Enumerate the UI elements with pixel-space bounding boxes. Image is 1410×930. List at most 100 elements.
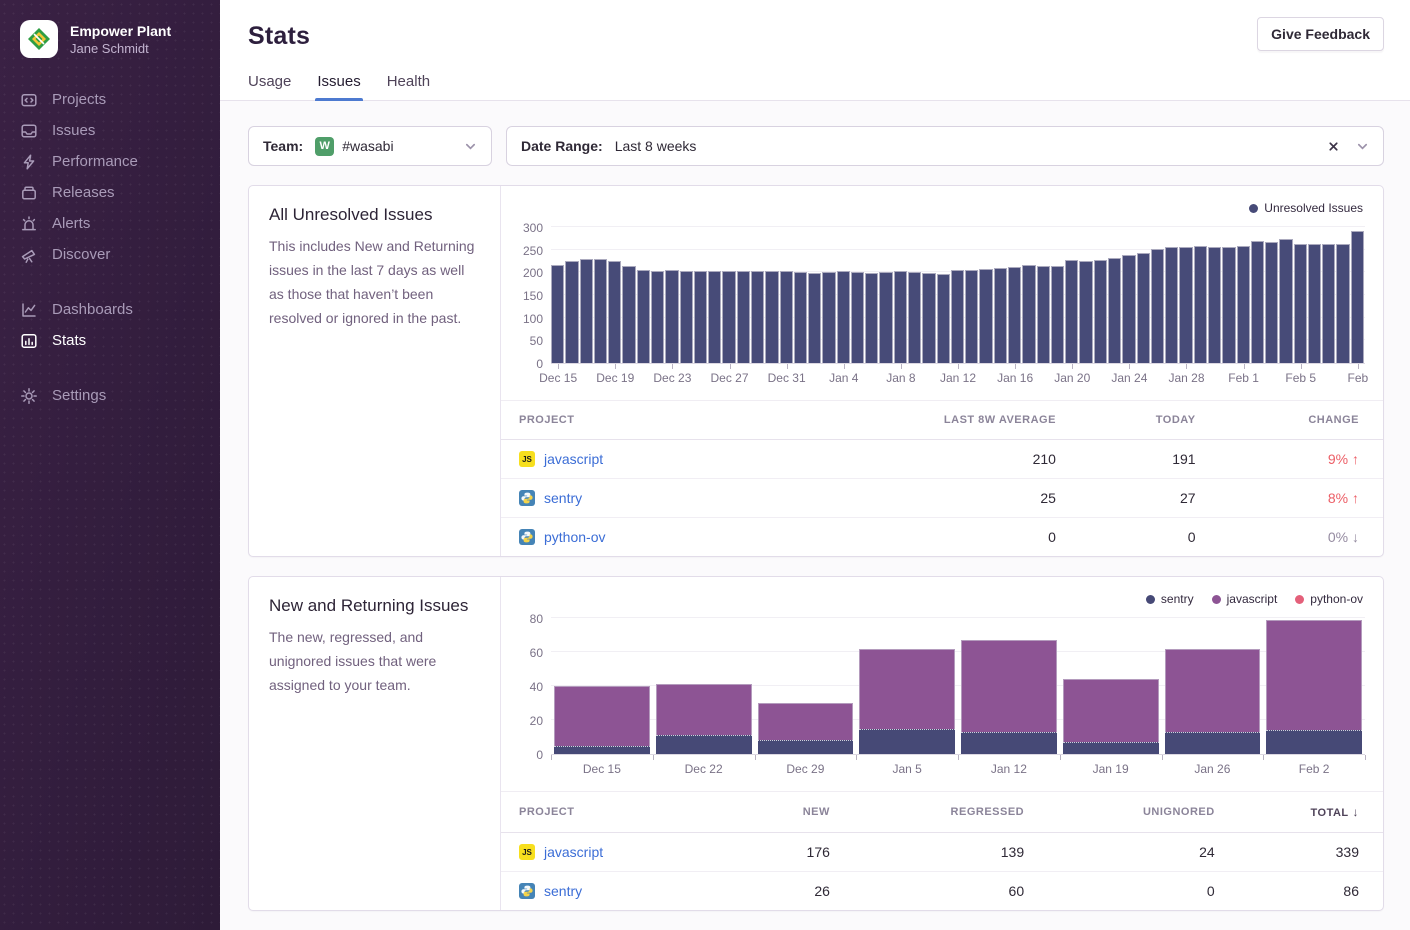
chart-bar[interactable] [551, 265, 564, 363]
tab-health[interactable]: Health [387, 73, 430, 100]
chart-stacked-bar[interactable] [656, 684, 752, 754]
chart-bar[interactable] [765, 271, 778, 363]
chart-stacked-bar[interactable] [961, 640, 1057, 754]
tab-usage[interactable]: Usage [248, 73, 291, 100]
chart-bar[interactable] [1165, 247, 1178, 363]
chart-bar[interactable] [651, 271, 664, 363]
legend-item[interactable]: sentry [1146, 592, 1194, 606]
chart-stacked-bar[interactable] [1165, 649, 1261, 754]
column-header[interactable]: NEW [752, 792, 854, 833]
project-link[interactable]: sentry [544, 883, 582, 899]
sidebar-item-releases[interactable]: Releases [0, 177, 220, 208]
chart-bar[interactable] [1279, 239, 1292, 363]
column-header[interactable]: TODAY [1080, 401, 1220, 440]
chart-bar[interactable] [994, 268, 1007, 363]
tab-issues[interactable]: Issues [317, 73, 360, 100]
chart-bar[interactable] [822, 272, 835, 363]
project-link[interactable]: javascript [544, 844, 603, 860]
sidebar-item-discover[interactable]: Discover [0, 239, 220, 270]
chart-bar[interactable] [694, 271, 707, 363]
chart-bar[interactable] [708, 271, 721, 363]
sidebar-item-stats[interactable]: Stats [0, 325, 220, 356]
chart-bar[interactable] [1051, 266, 1064, 363]
chart-bar[interactable] [1008, 267, 1021, 363]
chart-bar[interactable] [922, 273, 935, 363]
sidebar-item-projects[interactable]: Projects [0, 84, 220, 115]
chart-bar[interactable] [1194, 246, 1207, 363]
chart-bar[interactable] [1079, 261, 1092, 363]
chart-bar[interactable] [737, 271, 750, 363]
chart-bar[interactable] [979, 269, 992, 363]
column-header[interactable]: CHANGE [1220, 401, 1383, 440]
chart-bar[interactable] [1222, 247, 1235, 363]
column-header[interactable]: PROJECT [501, 792, 752, 833]
chart-bar[interactable] [637, 270, 650, 363]
chart-bar[interactable] [1208, 247, 1221, 364]
chart-bar[interactable] [1037, 266, 1050, 363]
chart-bar[interactable] [1108, 258, 1121, 363]
chart-bar[interactable] [937, 274, 950, 363]
column-header[interactable]: PROJECT [501, 401, 782, 440]
chart-bar[interactable] [622, 266, 635, 363]
chart-bar[interactable] [808, 273, 821, 363]
chart-bar[interactable] [1251, 241, 1264, 363]
chart-bar[interactable] [879, 272, 892, 363]
chart-bar[interactable] [1122, 255, 1135, 363]
chart-bar[interactable] [1151, 249, 1164, 363]
sidebar-item-settings[interactable]: Settings [0, 380, 220, 411]
team-filter[interactable]: Team: W #wasabi [248, 126, 492, 166]
column-header[interactable]: LAST 8W AVERAGE [782, 401, 1080, 440]
chevron-down-icon[interactable] [1356, 140, 1369, 153]
chart-bar[interactable] [722, 271, 735, 363]
legend-item[interactable]: javascript [1212, 592, 1278, 606]
sidebar-item-issues[interactable]: Issues [0, 115, 220, 146]
sidebar-item-dashboards[interactable]: Dashboards [0, 294, 220, 325]
chart-stacked-bar[interactable] [1063, 679, 1159, 754]
chart-bar[interactable] [1322, 244, 1335, 363]
column-header[interactable]: TOTAL ↓ [1239, 792, 1383, 833]
chart-bar[interactable] [1294, 244, 1307, 363]
chart-bar[interactable] [594, 259, 607, 363]
give-feedback-button[interactable]: Give Feedback [1257, 17, 1384, 51]
chart-bar[interactable] [1265, 242, 1278, 363]
project-link[interactable]: javascript [544, 451, 603, 467]
chart-bar[interactable] [951, 270, 964, 363]
legend-item[interactable]: python-ov [1295, 592, 1363, 606]
chart-bar[interactable] [908, 272, 921, 363]
chart-bar[interactable] [794, 272, 807, 363]
chart-bar[interactable] [580, 259, 593, 363]
project-link[interactable]: sentry [544, 490, 582, 506]
chart-bar[interactable] [965, 270, 978, 363]
chart-bar[interactable] [665, 270, 678, 363]
chart-bar[interactable] [1179, 247, 1192, 364]
clear-date-range-icon[interactable] [1327, 140, 1340, 153]
chart-bar[interactable] [1137, 253, 1150, 363]
chart-stacked-bar[interactable] [758, 703, 854, 754]
chart-bar[interactable] [851, 272, 864, 363]
column-header[interactable]: UNIGNORED [1048, 792, 1239, 833]
chart-bar[interactable] [780, 271, 793, 363]
chart-bar[interactable] [1094, 260, 1107, 363]
org-switcher[interactable]: Empower Plant Jane Schmidt [0, 20, 220, 58]
legend-item[interactable]: Unresolved Issues [1249, 201, 1363, 215]
chart-bar[interactable] [1022, 265, 1035, 363]
sidebar-item-performance[interactable]: Performance [0, 146, 220, 177]
chart-bar[interactable] [1351, 231, 1364, 363]
chart-bar[interactable] [1336, 244, 1349, 363]
column-header[interactable]: REGRESSED [854, 792, 1048, 833]
chart-stacked-bar[interactable] [1266, 620, 1362, 754]
chart-stacked-bar[interactable] [859, 649, 955, 754]
chart-bar[interactable] [865, 273, 878, 363]
chart-bar[interactable] [1237, 246, 1250, 363]
chart-bar[interactable] [751, 271, 764, 363]
chart-bar[interactable] [608, 261, 621, 363]
chart-bar[interactable] [680, 271, 693, 363]
chart-bar[interactable] [837, 271, 850, 363]
chart-bar[interactable] [894, 271, 907, 363]
date-range-filter[interactable]: Date Range: Last 8 weeks [506, 126, 1384, 166]
project-link[interactable]: python-ov [544, 529, 605, 545]
chart-bar[interactable] [1308, 244, 1321, 363]
chart-bar[interactable] [565, 261, 578, 363]
chart-stacked-bar[interactable] [554, 686, 650, 754]
chart-bar[interactable] [1065, 260, 1078, 363]
